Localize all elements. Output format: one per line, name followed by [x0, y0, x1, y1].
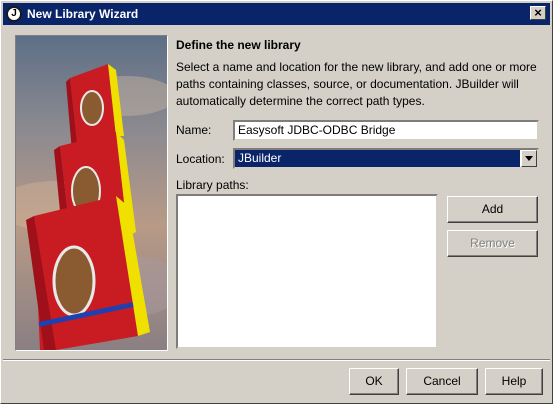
- location-label: Location:: [176, 152, 225, 166]
- jbuilder-icon: J: [6, 6, 22, 22]
- cancel-button[interactable]: Cancel: [406, 368, 478, 395]
- wizard-banner-image: [15, 35, 168, 351]
- ok-button[interactable]: OK: [349, 368, 399, 395]
- wizard-window: J New Library Wizard × Define the new li…: [0, 0, 553, 404]
- library-paths-label: Library paths:: [176, 178, 249, 192]
- footer-divider: [3, 359, 550, 361]
- location-dropdown[interactable]: JBuilder: [233, 148, 539, 169]
- name-field[interactable]: Easysoft JDBC-ODBC Bridge: [233, 120, 539, 141]
- title-bar[interactable]: J New Library Wizard ×: [3, 3, 550, 25]
- chevron-down-icon[interactable]: [521, 150, 537, 167]
- library-paths-list[interactable]: [176, 194, 438, 349]
- page-heading: Define the new library: [176, 38, 301, 52]
- close-button[interactable]: ×: [530, 6, 546, 20]
- location-selected-value: JBuilder: [235, 150, 520, 167]
- window-title: New Library Wizard: [27, 7, 139, 21]
- name-label: Name:: [176, 123, 212, 137]
- page-description: Select a name and location for the new l…: [176, 60, 537, 108]
- remove-button[interactable]: Remove: [447, 230, 538, 257]
- help-button[interactable]: Help: [485, 368, 543, 395]
- books-illustration: [16, 36, 167, 350]
- add-button[interactable]: Add: [447, 196, 538, 223]
